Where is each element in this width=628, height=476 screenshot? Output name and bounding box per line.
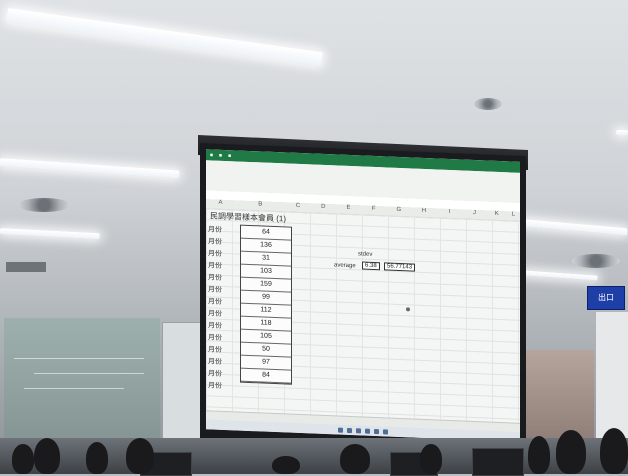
audience-head: [340, 444, 370, 474]
audience-head: [126, 438, 154, 474]
tab-indicator: ■: [228, 152, 232, 159]
audience-head: [528, 436, 550, 474]
row-label-column: 月份 月份 月份 月份 月份 月份 月份 月份 月份 月份 月份 月份 月份 月…: [208, 224, 234, 393]
wall-monitor: [162, 322, 204, 444]
ceiling-panel: [6, 262, 46, 272]
row-label: 月份: [208, 274, 222, 282]
ceiling-vent: [572, 254, 620, 268]
taskbar-icon: [374, 428, 379, 434]
desk-monitor: [472, 448, 524, 476]
ceiling-vent: [474, 98, 502, 110]
taskbar-icon: [338, 427, 343, 433]
ceiling-light: [616, 130, 628, 135]
row-label: 月份: [208, 370, 222, 378]
tab-indicator: ■: [210, 151, 214, 159]
projected-spreadsheet: ■ ■ ■ A B C D E F G H I J K L 民調學習樣本會員 (…: [206, 149, 520, 442]
audience-head: [420, 444, 442, 474]
row-label: 月份: [208, 310, 222, 318]
audience-head: [12, 444, 34, 474]
row-label: 月份: [208, 346, 222, 354]
taskbar-icon: [347, 427, 352, 433]
glass-partition: [4, 318, 160, 448]
row-label: 月份: [208, 226, 222, 234]
projection-screen: ■ ■ ■ A B C D E F G H I J K L 民調學習樣本會員 (…: [200, 143, 526, 457]
taskbar-icon: [356, 427, 361, 433]
audience-head: [272, 456, 300, 474]
row-label: 月份: [208, 238, 222, 246]
ceiling-vent: [18, 198, 70, 212]
row-label: 月份: [208, 298, 222, 306]
row-label: 月份: [208, 322, 222, 330]
exit-sign: 出口: [587, 286, 625, 310]
row-label: 月份: [208, 262, 222, 270]
row-label: 月份: [208, 250, 222, 258]
stat-header: stdev: [358, 251, 373, 258]
taskbar-icon: [365, 428, 370, 434]
value-cell: 84: [241, 368, 291, 384]
audience-head: [34, 438, 60, 474]
audience-head: [556, 430, 586, 474]
row-label: 月份: [208, 382, 222, 390]
stat-value-cell: 56.77143: [384, 262, 416, 272]
audience-head: [600, 428, 628, 474]
mouse-cursor: [406, 307, 410, 312]
value-column: 64 136 31 103 159 99 112 118 105 50 97 8…: [240, 224, 292, 385]
stat-label: average: [334, 262, 356, 270]
taskbar-icon: [383, 428, 388, 435]
audience-head: [86, 442, 108, 474]
tab-indicator: ■: [219, 152, 223, 159]
row-label: 月份: [208, 334, 222, 342]
stat-value-cell: 6.38: [362, 261, 380, 271]
row-label: 月份: [208, 286, 222, 294]
row-label: 月份: [208, 358, 222, 366]
window-view: [524, 350, 594, 440]
